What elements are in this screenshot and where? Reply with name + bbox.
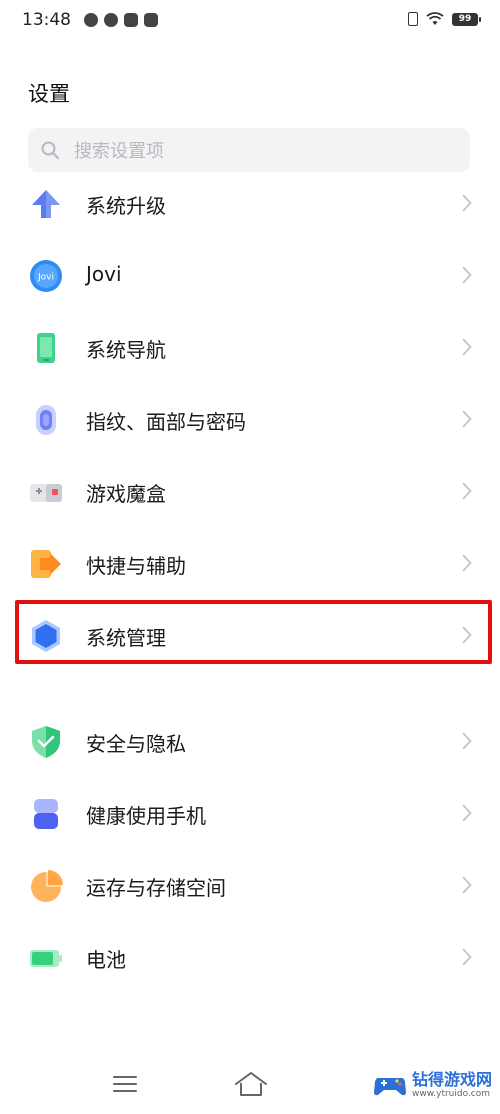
pie-storage-icon xyxy=(31,870,63,902)
battery-icon xyxy=(30,950,62,967)
settings-item-label: 健康使用手机 xyxy=(86,804,206,828)
wifi-icon xyxy=(426,12,444,25)
home-icon[interactable] xyxy=(233,1070,269,1098)
settings-item-system-navigation[interactable]: 系统导航 xyxy=(0,312,500,384)
settings-item-label: 指纹、面部与密码 xyxy=(86,410,246,434)
wechat-icon xyxy=(84,13,98,27)
settings-item-fingerprint-face-password[interactable]: 指纹、面部与密码 xyxy=(0,384,500,456)
menu-icon[interactable] xyxy=(112,1074,138,1094)
settings-item-shortcut-assist[interactable]: 快捷与辅助 xyxy=(0,528,500,600)
compass-icon xyxy=(104,13,118,27)
settings-item-battery[interactable]: 电池 xyxy=(0,922,500,994)
jovi-icon: Jovi xyxy=(30,260,62,292)
notification-icons xyxy=(84,13,158,27)
watermark-url: www.ytruido.com xyxy=(412,1089,491,1099)
chevron-right-icon xyxy=(462,554,472,572)
settings-item-game-box[interactable]: 游戏魔盒 xyxy=(0,456,500,528)
chevron-right-icon xyxy=(462,194,472,212)
status-right: 99 xyxy=(408,12,481,26)
hourglass-icon xyxy=(34,799,58,829)
settings-item-security-privacy[interactable]: 安全与隐私 xyxy=(0,706,500,778)
chevron-right-icon xyxy=(462,876,472,894)
search-icon xyxy=(41,141,60,160)
settings-item-system-upgrade[interactable]: 系统升级 xyxy=(0,168,500,240)
fingerprint-icon xyxy=(36,405,56,435)
settings-item-label: 快捷与辅助 xyxy=(86,554,186,578)
settings-item-label: 运存与存储空间 xyxy=(86,876,226,900)
highlight-annotation-box xyxy=(15,600,492,664)
settings-item-label: 电池 xyxy=(86,948,126,972)
svg-text:Jovi: Jovi xyxy=(37,273,54,283)
chevron-right-icon xyxy=(462,804,472,822)
status-bar: 13:48 99 xyxy=(0,0,500,44)
arrow-up-icon xyxy=(32,190,60,218)
chevron-right-icon xyxy=(462,410,472,428)
page-title: 设置 xyxy=(28,82,70,106)
battery-indicator: 99 xyxy=(452,12,481,26)
shield-icon xyxy=(32,726,60,758)
status-time: 13:48 xyxy=(22,10,71,30)
mail-icon xyxy=(124,13,138,27)
chevron-right-icon xyxy=(462,266,472,284)
settings-item-label: 系统升级 xyxy=(86,194,166,218)
watermark: 钻得游戏网 www.ytruido.com xyxy=(372,1062,498,1108)
shortcut-icon xyxy=(31,550,61,578)
settings-item-label: Jovi xyxy=(86,262,122,286)
settings-item-memory-storage[interactable]: 运存与存储空间 xyxy=(0,850,500,922)
settings-item-label: 系统导航 xyxy=(86,338,166,362)
video-icon xyxy=(144,13,158,27)
search-bar[interactable] xyxy=(28,128,470,174)
chevron-right-icon xyxy=(462,482,472,500)
chevron-right-icon xyxy=(462,948,472,966)
chevron-right-icon xyxy=(462,338,472,356)
chevron-right-icon xyxy=(462,732,472,750)
watermark-title: 钻得游戏网 xyxy=(412,1070,493,1089)
gamepad-logo-icon xyxy=(374,1078,406,1096)
game-box-icon xyxy=(30,484,62,502)
settings-item-healthy-phone-use[interactable]: 健康使用手机 xyxy=(0,778,500,850)
settings-item-label: 游戏魔盒 xyxy=(86,482,166,506)
settings-item-jovi[interactable]: Jovi Jovi xyxy=(0,240,500,312)
settings-item-label: 安全与隐私 xyxy=(86,732,186,756)
phone-navigation-icon xyxy=(37,333,55,363)
sim-icon xyxy=(408,12,418,26)
